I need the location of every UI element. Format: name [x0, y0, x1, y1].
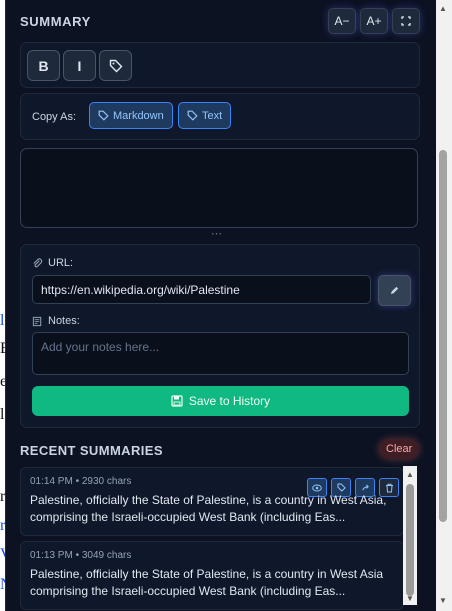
summary-editor[interactable] [20, 148, 418, 228]
save-button-label: Save to History [188, 394, 271, 408]
url-input[interactable]: https://en.wikipedia.org/wiki/Palestine [32, 275, 371, 304]
summary-panel: SUMMARY A− A+ B I Copy As: Markdown Text… [5, 0, 436, 611]
url-label: URL: [32, 257, 73, 269]
edit-url-button[interactable] [378, 275, 411, 306]
bold-button[interactable]: B [27, 50, 60, 81]
floppy-disk-icon [171, 395, 183, 407]
history-item-meta: 01:14 PM • 2930 chars [30, 476, 132, 487]
history-scrollbar-thumb[interactable] [406, 484, 414, 596]
scroll-up-icon[interactable]: ▲ [439, 4, 447, 13]
tag-icon [109, 59, 122, 72]
italic-button[interactable]: I [63, 50, 96, 81]
bg-text-fragment: l [0, 312, 5, 329]
paperclip-icon [33, 257, 43, 267]
url-label-text: URL: [48, 257, 74, 269]
copy-text-button[interactable]: Text [178, 102, 232, 129]
history-scroll-down-icon[interactable]: ▼ [406, 594, 414, 603]
font-increase-button[interactable]: A+ [360, 8, 388, 34]
tag-button[interactable] [99, 50, 132, 81]
notes-label: Notes: [32, 315, 80, 327]
copy-markdown-button[interactable]: Markdown [89, 102, 173, 129]
history-item-text: Palestine, officially the State of Pales… [30, 493, 387, 524]
resize-grip-icon[interactable]: ⋯ [211, 227, 223, 240]
scroll-down-icon[interactable]: ▼ [439, 596, 447, 605]
history-item[interactable]: 01:14 PM • 2930 chars Palestine, officia… [20, 467, 404, 536]
copy-text-label: Text [202, 109, 223, 122]
bg-text-fragment: l [0, 406, 5, 423]
history-item[interactable]: 01:13 PM • 3049 chars Palestine, officia… [20, 541, 404, 610]
tag-icon [98, 110, 109, 121]
format-toolbar: B I [20, 42, 420, 88]
url-notes-card: URL: https://en.wikipedia.org/wiki/Pales… [20, 244, 420, 428]
copy-as-bar: Copy As: Markdown Text [20, 93, 420, 140]
panel-scrollbar-thumb[interactable] [439, 150, 447, 522]
notes-label-text: Notes: [48, 315, 80, 327]
recent-summaries-title: RECENT SUMMARIES [20, 443, 163, 458]
copy-as-label: Copy As: [32, 111, 77, 123]
history-item-meta: 01:13 PM • 3049 chars [30, 550, 132, 561]
clear-history-button[interactable]: Clear [379, 439, 420, 459]
pencil-icon [390, 286, 399, 295]
panel-title: SUMMARY [20, 14, 91, 29]
tag-icon [187, 110, 198, 121]
history-scroll-up-icon[interactable]: ▲ [406, 470, 414, 479]
font-decrease-button[interactable]: A− [328, 8, 356, 34]
copy-markdown-label: Markdown [113, 109, 164, 122]
notes-input[interactable]: Add your notes here... [32, 332, 409, 375]
history-item-text: Palestine, officially the State of Pales… [30, 567, 384, 598]
expand-button[interactable] [392, 8, 420, 34]
expand-icon [401, 16, 411, 26]
notepad-icon [32, 316, 42, 326]
save-to-history-button[interactable]: Save to History [32, 386, 409, 416]
